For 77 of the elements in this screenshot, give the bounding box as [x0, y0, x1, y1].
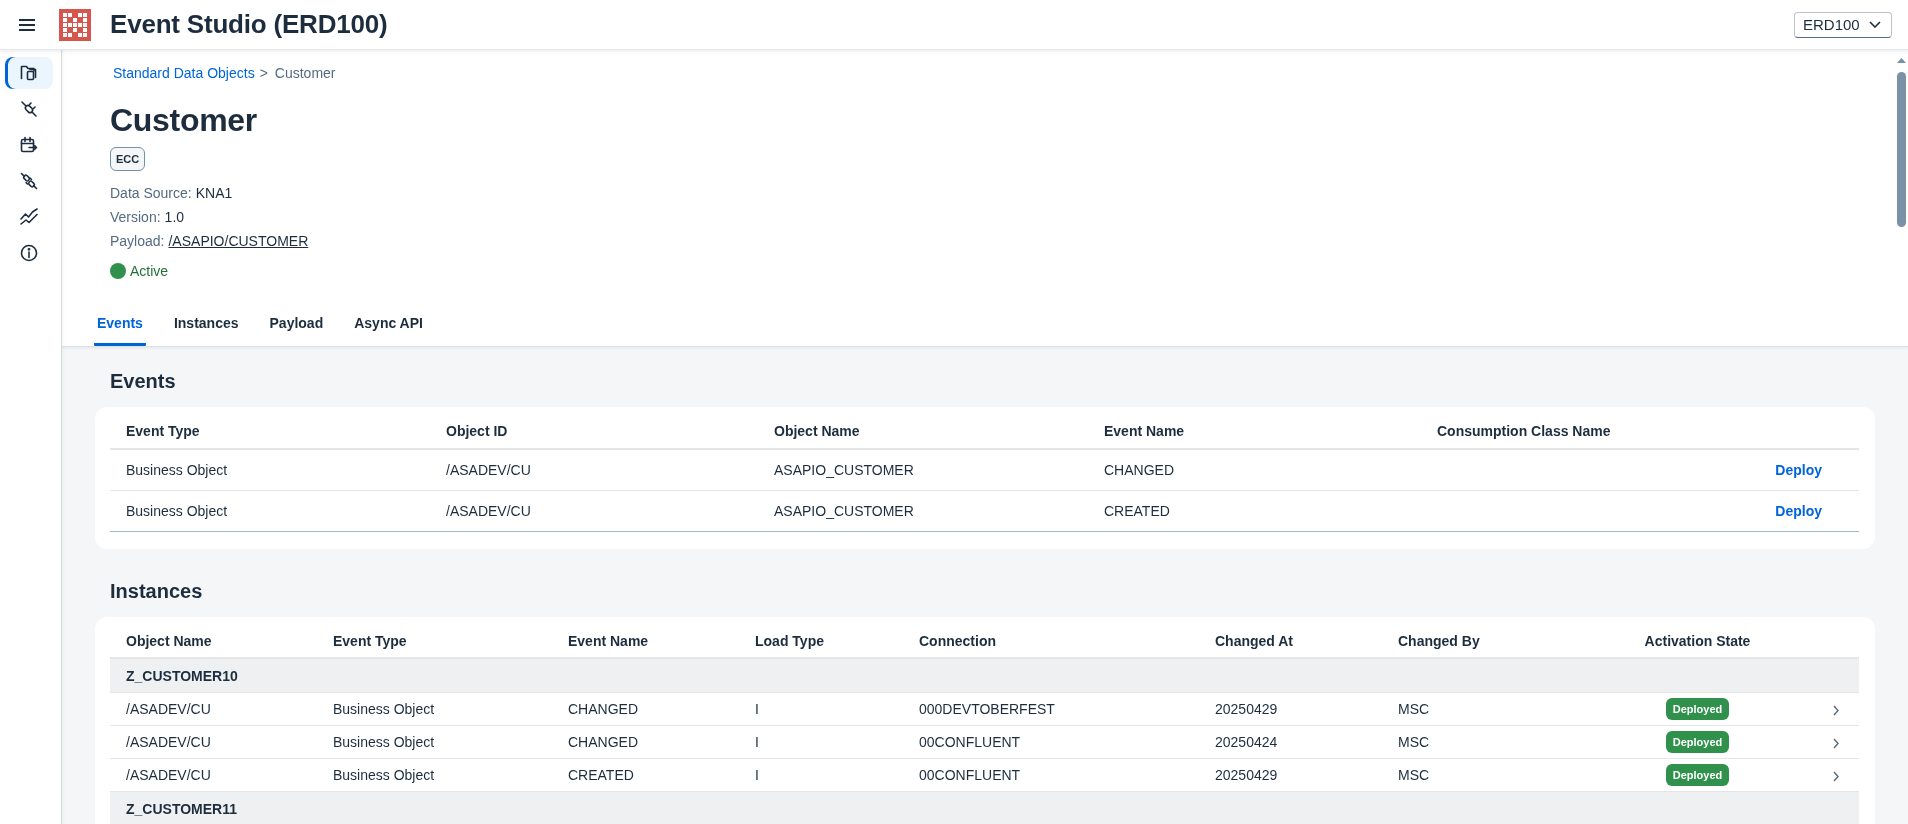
table-cell: 20250429 — [1199, 692, 1382, 726]
plug-icon — [20, 100, 38, 118]
table-cell: CHANGED — [552, 692, 739, 726]
table-cell: I — [739, 692, 903, 726]
table-cell: /ASADEV/CU — [110, 725, 317, 759]
table-cell: MSC — [1382, 758, 1600, 792]
chevron-right-icon[interactable] — [1833, 770, 1839, 782]
field-label: Data Source: — [110, 185, 192, 201]
calendar-arrow-icon — [20, 136, 38, 154]
grid-logo-icon — [59, 8, 91, 41]
field-link[interactable]: /ASAPIO/CUSTOMER — [168, 233, 309, 249]
table-cell: Business Object — [110, 490, 430, 532]
menu-icon — [19, 18, 35, 31]
breadcrumb-link[interactable]: Standard Data Objects — [113, 65, 255, 81]
section-title: Instances — [110, 579, 204, 603]
tab[interactable]: Payload — [266, 303, 327, 346]
table-cell: 000DEVTOBERFEST — [903, 692, 1199, 726]
app-title: Event Studio (ERD100) — [110, 9, 388, 40]
column-header: Consumption Class Name — [1421, 414, 1759, 449]
status-badge: Deployed — [1665, 764, 1730, 786]
table-cell: Business Object — [110, 449, 430, 491]
chevron-right-icon[interactable] — [1833, 704, 1839, 716]
table-cell: CHANGED — [1088, 449, 1421, 491]
table-cell: /ASADEV/CU — [430, 490, 758, 532]
column-header: Event Type — [110, 414, 430, 449]
table-cell: CREATED — [1088, 490, 1421, 532]
page-title: Customer — [110, 102, 258, 138]
field-value: 1.0 — [164, 209, 185, 225]
section-title: Events — [110, 369, 177, 393]
status-text: Active — [130, 263, 169, 279]
table-cell: 00CONFLUENT — [903, 725, 1199, 759]
status-dot-icon — [110, 263, 126, 279]
table-cell: CREATED — [552, 758, 739, 792]
table-cell: I — [739, 758, 903, 792]
status-badge: Deployed — [1665, 698, 1730, 720]
chevron-right-icon[interactable] — [1833, 737, 1839, 749]
deploy-link[interactable]: Deploy — [1775, 503, 1822, 519]
column-header: Event Name — [1088, 414, 1421, 449]
scroll-up-icon[interactable] — [1897, 58, 1906, 63]
table-cell: Business Object — [317, 725, 552, 759]
table-cell: Business Object — [317, 758, 552, 792]
table-cell: 20250429 — [1199, 758, 1382, 792]
table-cell: /ASADEV/CU — [110, 758, 317, 792]
breadcrumb-current: Customer — [274, 65, 336, 81]
deploy-link[interactable]: Deploy — [1775, 462, 1822, 478]
field-label: Payload: — [110, 233, 165, 249]
source-tag: ECC — [110, 147, 146, 171]
plug-connected-icon — [20, 172, 38, 190]
info-icon — [20, 244, 38, 262]
table-cell: ASAPIO_CUSTOMER — [758, 490, 1088, 532]
table-cell: ASAPIO_CUSTOMER — [758, 449, 1088, 491]
table-cell: 20250424 — [1199, 725, 1382, 759]
chevron-down-icon — [1869, 21, 1881, 28]
folder-document-icon — [20, 64, 38, 82]
table-cell: MSC — [1382, 725, 1600, 759]
column-header: Object ID — [430, 414, 758, 449]
tab[interactable]: Async API — [351, 303, 426, 346]
column-header: Object Name — [758, 414, 1088, 449]
group-row: Z_CUSTOMER10 — [110, 658, 1859, 693]
table-cell: /ASADEV/CU — [430, 449, 758, 491]
sidebar-item[interactable] — [5, 57, 53, 89]
table-cell: Business Object — [317, 692, 552, 726]
tab[interactable]: Events — [94, 303, 146, 346]
table-cell: MSC — [1382, 692, 1600, 726]
table-cell: /ASADEV/CU — [110, 692, 317, 726]
field-value: KNA1 — [195, 185, 233, 201]
table-cell: 00CONFLUENT — [903, 758, 1199, 792]
group-row: Z_CUSTOMER11 — [110, 791, 1859, 824]
table-cell: I — [739, 725, 903, 759]
scrollbar-thumb[interactable] — [1897, 72, 1906, 227]
tab[interactable]: Instances — [170, 303, 242, 346]
field-label: Version: — [110, 209, 161, 225]
breadcrumb-separator: > — [259, 65, 268, 81]
status-badge: Deployed — [1665, 731, 1730, 753]
table-cell: CHANGED — [552, 725, 739, 759]
system-dropdown[interactable]: ERD100 — [1794, 11, 1892, 38]
trend-lines-icon — [20, 208, 38, 226]
